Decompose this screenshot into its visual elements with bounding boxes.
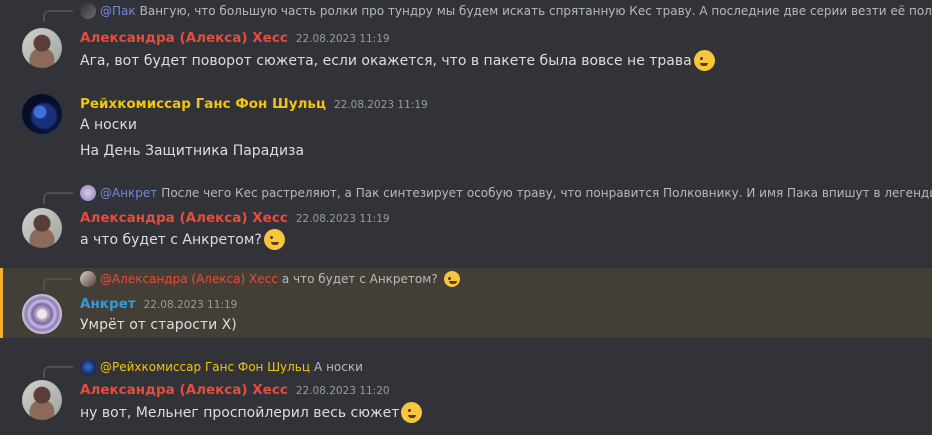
message-content: а что будет с Анкретом? — [80, 229, 285, 250]
reply-mention[interactable]: @Александра (Алекса) Хесс — [100, 272, 278, 286]
message-text: Ага, вот будет поворот сюжета, если окаж… — [80, 52, 692, 69]
reply-avatar — [80, 3, 96, 19]
message-text: а что будет с Анкретом? — [80, 231, 262, 248]
avatar[interactable] — [22, 294, 62, 334]
message-content: Ага, вот будет поворот сюжета, если окаж… — [80, 50, 715, 71]
timestamp: 22.08.2023 11:19 — [333, 99, 428, 111]
avatar[interactable] — [22, 380, 62, 420]
message-header: Александра (Алекса) Хесс 22.08.2023 11:1… — [80, 30, 390, 46]
message-header: Рейхкомиссар Ганс Фон Шульц 22.08.2023 1… — [80, 96, 428, 112]
message-item[interactable]: @Рейхкомиссар Ганс Фон Шульц А носки Але… — [0, 356, 932, 435]
timestamp: 22.08.2023 11:20 — [295, 385, 390, 397]
reply-avatar — [80, 185, 96, 201]
message-text: А носки — [80, 117, 137, 133]
reply-preview[interactable]: @Пак Вангую, что большую часть ролки про… — [80, 2, 932, 20]
reply-preview[interactable]: @Александра (Алекса) Хесс а что будет с … — [80, 270, 932, 288]
winking-face-icon — [443, 271, 460, 287]
reply-avatar — [80, 359, 96, 375]
author-name[interactable]: Александра (Алекса) Хесс — [80, 382, 288, 398]
message-item-highlighted[interactable]: @Александра (Алекса) Хесс а что будет с … — [0, 268, 932, 338]
grinning-squinting-face-icon — [401, 402, 423, 423]
reply-avatar — [80, 271, 96, 287]
reply-preview[interactable]: @Анкрет После чего Кес растреляют, а Пак… — [80, 184, 932, 202]
reply-mention[interactable]: @Рейхкомиссар Ганс Фон Шульц — [100, 360, 310, 374]
message-item[interactable]: @Пак Вангую, что большую часть ролки про… — [0, 0, 932, 82]
avatar[interactable] — [22, 94, 62, 134]
reply-connector — [43, 278, 73, 290]
reply-text: После чего Кес растреляют, а Пак синтези… — [161, 186, 932, 200]
reply-text: Вангую, что большую часть ролки про тунд… — [139, 4, 932, 18]
avatar[interactable] — [22, 28, 62, 68]
author-name[interactable]: Анкрет — [80, 296, 136, 312]
message-text: Умрёт от старости Х) — [80, 317, 237, 333]
author-name[interactable]: Александра (Алекса) Хесс — [80, 30, 288, 46]
message-text: ну вот, Мельнег проспойлерил весь сюжет — [80, 404, 400, 421]
message-header: Александра (Алекса) Хесс 22.08.2023 11:1… — [80, 210, 390, 226]
reply-connector — [43, 366, 73, 378]
chat-message-list: @Пак Вангую, что большую часть ролки про… — [0, 0, 932, 435]
timestamp: 22.08.2023 11:19 — [295, 33, 390, 45]
reply-preview[interactable]: @Рейхкомиссар Ганс Фон Шульц А носки — [80, 358, 932, 376]
avatar[interactable] — [22, 208, 62, 248]
message-content: ну вот, Мельнег проспойлерил весь сюжет — [80, 402, 423, 423]
timestamp: 22.08.2023 11:19 — [295, 213, 390, 225]
rolling-on-floor-laughing-icon — [693, 50, 715, 71]
reply-text: А носки — [314, 360, 363, 374]
reply-connector — [43, 192, 73, 204]
author-name[interactable]: Александра (Алекса) Хесс — [80, 210, 288, 226]
message-item[interactable]: @Анкрет После чего Кес растреляют, а Пак… — [0, 182, 932, 258]
winking-face-icon — [263, 229, 285, 250]
reply-text: а что будет с Анкретом? — [281, 272, 438, 286]
message-text: На День Защитника Парадиза — [80, 143, 305, 159]
reply-mention[interactable]: @Пак — [100, 4, 136, 18]
reply-connector — [43, 10, 73, 22]
reply-mention[interactable]: @Анкрет — [100, 186, 157, 200]
timestamp: 22.08.2023 11:19 — [143, 299, 238, 311]
message-item[interactable]: Рейхкомиссар Ганс Фон Шульц 22.08.2023 1… — [0, 92, 932, 164]
message-header: Анкрет 22.08.2023 11:19 — [80, 296, 237, 312]
message-header: Александра (Алекса) Хесс 22.08.2023 11:2… — [80, 382, 390, 398]
author-name[interactable]: Рейхкомиссар Ганс Фон Шульц — [80, 96, 326, 112]
